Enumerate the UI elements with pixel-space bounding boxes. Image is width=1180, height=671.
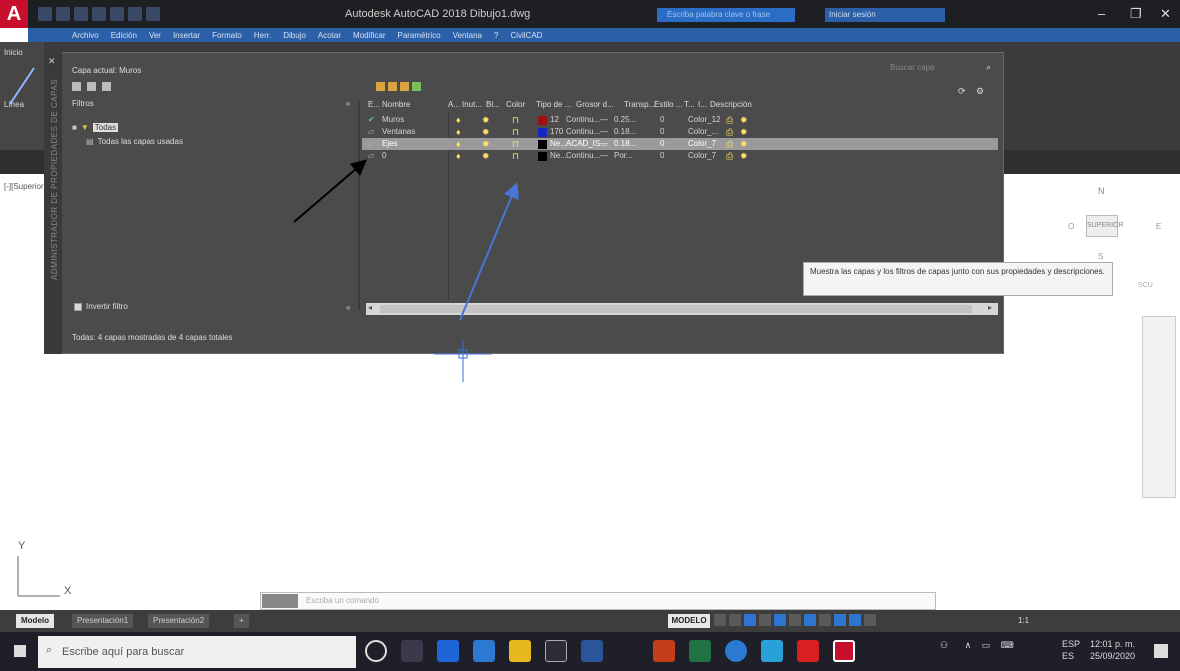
status-toggles xyxy=(714,614,876,626)
onedrive-icon[interactable] xyxy=(473,640,495,662)
taskbar-search[interactable]: Escribe aquí para buscar xyxy=(38,636,356,668)
clock-date: 25/09/2020 xyxy=(1090,651,1136,661)
model-space-toggle[interactable]: MODELO xyxy=(668,614,710,628)
store-icon[interactable] xyxy=(545,640,567,662)
task-view-icon[interactable] xyxy=(401,640,423,662)
autocad-taskbar-icon[interactable] xyxy=(833,640,855,662)
viewcube-north[interactable]: N xyxy=(1098,186,1105,196)
add-layout-tab[interactable]: + xyxy=(234,614,249,628)
word-icon[interactable] xyxy=(581,640,603,662)
cortana-icon[interactable] xyxy=(365,640,387,662)
language-indicator[interactable]: ESP ES xyxy=(1062,638,1080,662)
grid-icon[interactable] xyxy=(714,614,726,626)
office-icon[interactable] xyxy=(797,640,819,662)
lineweight-icon[interactable] xyxy=(819,614,831,626)
blue-arrow xyxy=(459,182,519,321)
viewcube-south[interactable]: S xyxy=(1098,252,1103,261)
powerpoint-icon[interactable] xyxy=(653,640,675,662)
tab-presentacion1[interactable]: Presentación1 xyxy=(72,614,134,628)
annotation-icon[interactable] xyxy=(834,614,846,626)
edge-icon[interactable] xyxy=(617,640,639,662)
viewcube-east[interactable]: E xyxy=(1156,222,1161,231)
keyboard-icon[interactable]: ⌨ xyxy=(1001,640,1014,650)
excel-icon[interactable] xyxy=(689,640,711,662)
language-code: ESP xyxy=(1062,639,1081,649)
file-explorer-icon[interactable] xyxy=(509,640,531,662)
dropbox-icon[interactable] xyxy=(437,640,459,662)
viewcube-face[interactable]: SUPERIOR xyxy=(1086,215,1124,237)
annotation-scale-icon[interactable] xyxy=(849,614,861,626)
layer-tooltip: Muestra las capas y los filtros de capas… xyxy=(803,262,1113,296)
browser-icon[interactable] xyxy=(725,640,747,662)
annotation-scale[interactable]: 1:1 xyxy=(1018,616,1029,625)
polar-icon[interactable] xyxy=(759,614,771,626)
wcs-menu[interactable]: SCU xyxy=(1138,282,1153,289)
notifications-icon[interactable] xyxy=(1154,644,1168,658)
ucs-y-label: Y xyxy=(18,540,26,552)
search-icon: ⌕ xyxy=(46,644,53,656)
windows-start-icon[interactable] xyxy=(14,645,26,657)
command-line-controls[interactable] xyxy=(262,594,298,608)
black-arrow xyxy=(293,159,368,223)
tray-arrow-icon[interactable]: ∧ xyxy=(965,640,972,650)
taskbar-clock[interactable]: 12:01 p. m. 25/09/2020 xyxy=(1090,638,1135,662)
osnap-icon[interactable] xyxy=(804,614,816,626)
navigation-bar[interactable] xyxy=(1142,316,1176,498)
viewcube-west[interactable]: O xyxy=(1068,222,1074,231)
system-tray: ⚇ ∧ ▭ ⌨ xyxy=(940,640,1014,651)
tab-presentacion2[interactable]: Presentación2 xyxy=(148,614,210,628)
ucs-x-label: X xyxy=(64,585,72,597)
ortho-icon[interactable] xyxy=(744,614,756,626)
tab-modelo[interactable]: Modelo xyxy=(16,614,54,628)
snap-icon[interactable] xyxy=(729,614,741,626)
taskbar-apps xyxy=(365,640,855,662)
isodraft-icon[interactable] xyxy=(774,614,786,626)
clock-time: 12:01 p. m. xyxy=(1090,639,1136,649)
network-icon[interactable]: ▭ xyxy=(982,640,991,650)
people-icon[interactable]: ⚇ xyxy=(940,640,948,650)
project-icon[interactable] xyxy=(761,640,783,662)
workspace-icon[interactable] xyxy=(864,614,876,626)
command-input[interactable]: Escriba un comando xyxy=(306,596,379,605)
annotation-arrows xyxy=(17,159,519,597)
object-track-icon[interactable] xyxy=(789,614,801,626)
language-sub: ES xyxy=(1062,651,1075,661)
